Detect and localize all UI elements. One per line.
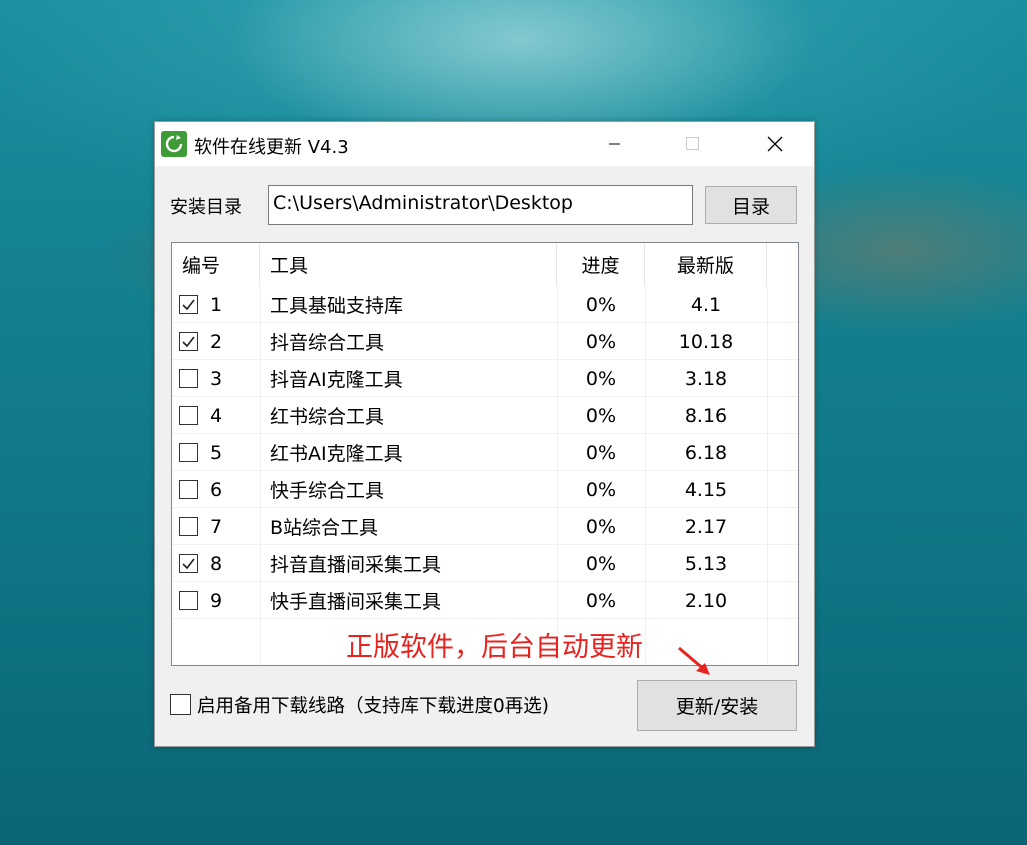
version-cell: 10.18 [678, 330, 734, 353]
row-checkbox[interactable] [179, 369, 198, 388]
table-row[interactable]: 8 抖音直播间采集工具 0% 5.13 [172, 545, 798, 582]
version-cell: 4.1 [690, 293, 722, 316]
tool-name: 抖音AI克隆工具 [270, 369, 403, 391]
row-checkbox[interactable] [179, 295, 198, 314]
table-row[interactable]: 1 工具基础支持库 0% 4.1 [172, 286, 798, 323]
progress-cell: 0% [585, 404, 617, 427]
row-checkbox[interactable] [179, 443, 198, 462]
row-checkbox[interactable] [179, 554, 198, 573]
id-cell: 6 [172, 471, 260, 508]
install-dir-input[interactable]: C:\Users\Administrator\Desktop [268, 185, 693, 225]
row-id: 1 [210, 293, 223, 316]
red-arrow-icon [678, 646, 710, 675]
list-header: 编号 工具 进度 最新版 [172, 243, 798, 286]
tool-name: 红书综合工具 [270, 406, 385, 428]
version-cell: 6.18 [684, 441, 728, 464]
row-id: 5 [210, 441, 223, 464]
id-cell: 3 [172, 360, 260, 397]
maximize-button[interactable] [665, 122, 721, 166]
column-header-progress[interactable]: 进度 [557, 243, 645, 286]
window-title: 软件在线更新 V4.3 [194, 137, 349, 158]
progress-cell: 0% [585, 367, 617, 390]
progress-cell: 0% [585, 478, 617, 501]
id-cell: 4 [172, 397, 260, 434]
row-checkbox[interactable] [179, 332, 198, 351]
tools-list[interactable]: 编号 工具 进度 最新版 1 工具基础支持库 0% 4.1 2 抖音综合工具 0% 10.18… [171, 242, 799, 666]
table-row[interactable]: 7 B站综合工具 0% 2.17 [172, 508, 798, 545]
table-row[interactable]: 9 快手直播间采集工具 0% 2.10 [172, 582, 798, 619]
row-id: 9 [210, 589, 223, 612]
backup-route-label[interactable]: 启用备用下载线路（支持库下载进度0再选) [197, 692, 549, 718]
version-cell: 3.18 [684, 367, 728, 390]
version-cell: 5.13 [684, 552, 728, 575]
row-id: 4 [210, 404, 223, 427]
annotation-text: 正版软件，后台自动更新 [346, 632, 643, 663]
tool-name: 抖音直播间采集工具 [270, 554, 442, 576]
close-button[interactable] [747, 122, 803, 166]
version-cell: 8.16 [684, 404, 728, 427]
progress-cell: 0% [585, 293, 617, 316]
table-row[interactable]: 2 抖音综合工具 0% 10.18 [172, 323, 798, 360]
table-row[interactable]: 4 红书综合工具 0% 8.16 [172, 397, 798, 434]
title-bar[interactable]: 软件在线更新 V4.3 [155, 122, 814, 166]
row-checkbox[interactable] [179, 480, 198, 499]
row-id: 2 [210, 330, 223, 353]
id-cell: 8 [172, 545, 260, 582]
version-cell: 2.17 [684, 515, 728, 538]
row-checkbox[interactable] [179, 517, 198, 536]
version-cell: 4.15 [684, 478, 728, 501]
table-row[interactable]: 3 抖音AI克隆工具 0% 3.18 [172, 360, 798, 397]
progress-cell: 0% [585, 515, 617, 538]
column-header-tool[interactable]: 工具 [260, 243, 557, 286]
id-cell: 5 [172, 434, 260, 471]
progress-cell: 0% [585, 330, 617, 353]
grid-line [172, 618, 798, 619]
row-id: 6 [210, 478, 223, 501]
tool-name: 红书AI克隆工具 [270, 443, 403, 465]
row-id: 8 [210, 552, 223, 575]
id-cell: 2 [172, 323, 260, 360]
install-dir-label: 安装目录 [170, 197, 242, 218]
version-cell: 2.10 [684, 589, 728, 612]
id-cell: 1 [172, 286, 260, 323]
row-id: 3 [210, 367, 223, 390]
tool-name: 抖音综合工具 [270, 332, 385, 354]
table-row[interactable]: 5 红书AI克隆工具 0% 6.18 [172, 434, 798, 471]
progress-cell: 0% [585, 441, 617, 464]
column-header-id[interactable]: 编号 [172, 243, 260, 286]
row-checkbox[interactable] [179, 406, 198, 425]
id-cell: 7 [172, 508, 260, 545]
column-header-version[interactable]: 最新版 [645, 243, 767, 286]
tool-name: 快手直播间采集工具 [270, 591, 442, 613]
progress-cell: 0% [585, 589, 617, 612]
refresh-app-icon [161, 131, 187, 157]
row-checkbox[interactable] [179, 591, 198, 610]
row-id: 7 [210, 515, 223, 538]
tool-name: 工具基础支持库 [270, 295, 404, 317]
update-install-button[interactable]: 更新/安装 [637, 680, 797, 731]
browse-dir-button[interactable]: 目录 [705, 186, 797, 224]
tool-name: 快手综合工具 [270, 480, 385, 502]
table-row[interactable]: 6 快手综合工具 0% 4.15 [172, 471, 798, 508]
id-cell: 9 [172, 582, 260, 619]
minimize-button[interactable] [587, 122, 643, 166]
progress-cell: 0% [585, 552, 617, 575]
tool-name: B站综合工具 [270, 517, 379, 539]
backup-route-checkbox[interactable] [170, 694, 191, 715]
